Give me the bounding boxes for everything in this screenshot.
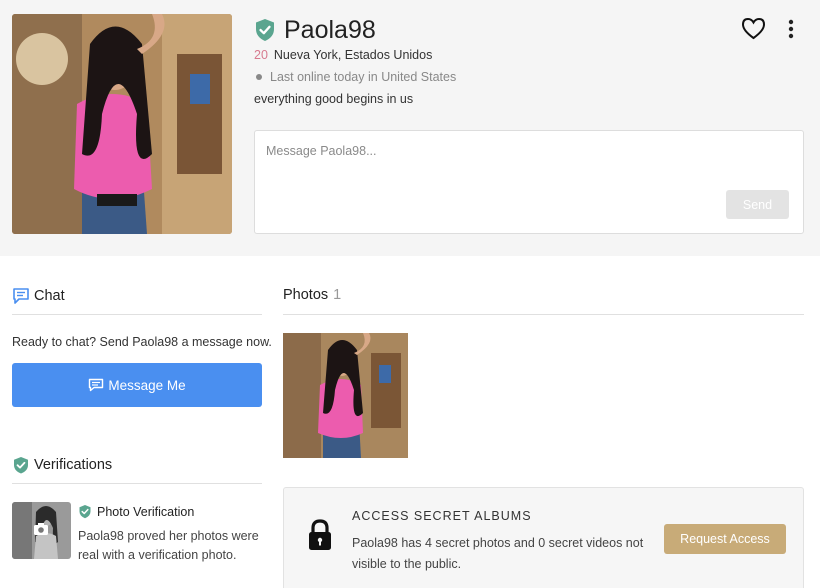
request-access-button[interactable]: Request Access — [664, 524, 786, 554]
message-composer: Send — [254, 130, 804, 234]
chat-heading: Chat — [34, 288, 65, 304]
profile-bio: everything good begins in us — [254, 92, 414, 106]
verifications-divider — [12, 483, 262, 484]
age-location: 20 Nueva York, Estados Unidos — [254, 48, 432, 62]
message-me-button[interactable]: Message Me — [12, 363, 262, 407]
message-me-label: Message Me — [108, 377, 186, 393]
profile-age: 20 — [254, 48, 268, 62]
verification-description: Paola98 proved her photos were real with… — [78, 529, 259, 562]
chat-section-header: Chat — [12, 287, 65, 305]
last-online-text: Last online today in United States — [270, 70, 457, 84]
verified-badge-icon — [79, 505, 91, 519]
secret-albums-description: Paola98 has 4 secret photos and 0 secret… — [352, 536, 644, 571]
profile-photo[interactable] — [12, 14, 232, 234]
chat-prompt: Ready to chat? Send Paola98 a message no… — [12, 335, 272, 349]
more-vertical-icon[interactable] — [781, 18, 801, 40]
profile-location: Nueva York, Estados Unidos — [273, 48, 433, 62]
verification-photo — [12, 502, 71, 559]
heart-icon[interactable] — [741, 17, 766, 40]
profile-username: Paola98 — [284, 15, 376, 44]
chat-bubble-icon — [13, 288, 29, 304]
secret-albums-panel: ACCESS SECRET ALBUMS Paola98 has 4 secre… — [283, 487, 804, 588]
verifications-section-header: Verifications — [12, 456, 112, 474]
photos-count: 1 — [333, 287, 342, 303]
photos-divider — [283, 314, 804, 315]
verified-badge-icon — [14, 457, 28, 474]
photo-thumbnail[interactable] — [283, 333, 408, 458]
chat-divider — [12, 314, 262, 315]
chat-bubble-icon — [89, 378, 104, 392]
lock-icon — [309, 519, 331, 550]
last-online: Last online today in United States — [254, 70, 456, 84]
verification-item-title: Photo Verification — [78, 504, 194, 519]
message-input[interactable] — [255, 131, 803, 187]
verification-title-text: Photo Verification — [97, 504, 195, 519]
verifications-heading: Verifications — [34, 457, 113, 473]
profile-name-row: Paola98 — [254, 14, 376, 46]
status-dot-icon — [256, 74, 262, 80]
send-button[interactable]: Send — [726, 190, 789, 219]
secret-albums-title: ACCESS SECRET ALBUMS — [352, 509, 532, 523]
photos-section-header: Photos 1 — [283, 287, 341, 303]
photos-heading: Photos — [283, 287, 329, 303]
verified-badge-icon — [256, 19, 274, 41]
